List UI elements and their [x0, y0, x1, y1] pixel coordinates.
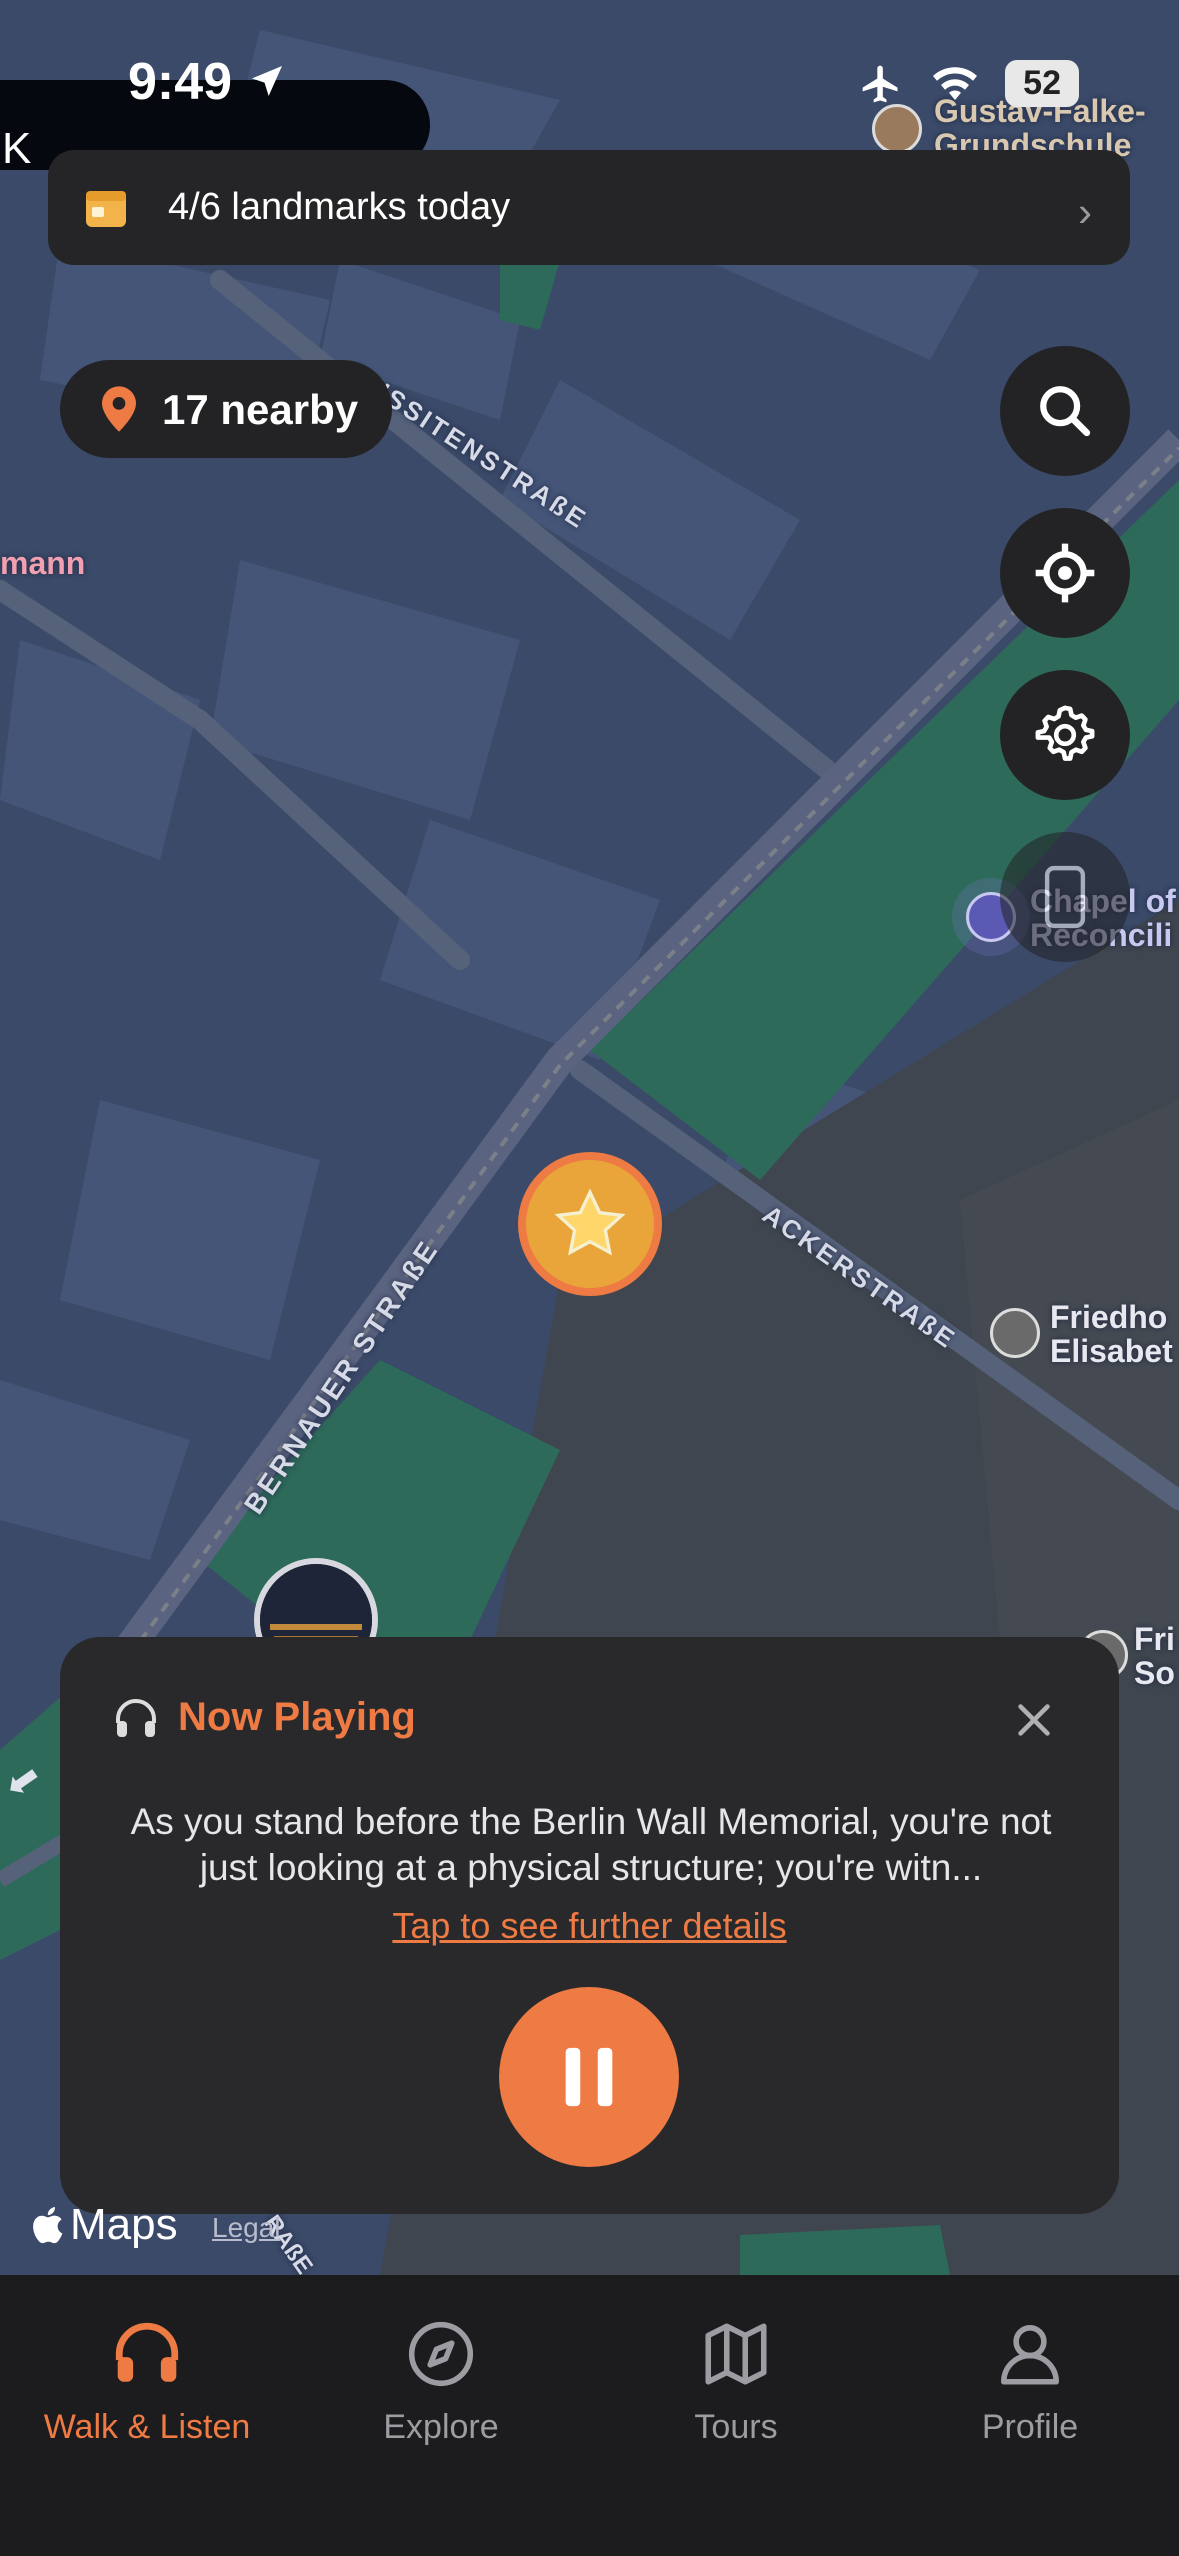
battery-indicator: 52 — [1005, 60, 1079, 107]
poi-label-line2: Elisabet — [1050, 1333, 1173, 1369]
poi-label-line1: Friedho — [1050, 1299, 1168, 1335]
close-icon[interactable] — [1011, 1697, 1057, 1743]
headphones-icon — [116, 1699, 156, 1737]
tab-label: Tours — [694, 2408, 778, 2446]
calendar-icon — [86, 191, 126, 227]
compass-icon — [408, 2321, 474, 2387]
poi-label-line1: Fri — [1134, 1621, 1175, 1657]
poi-label-mann: mann — [0, 545, 86, 581]
recenter-location-button[interactable] — [1000, 508, 1130, 638]
now-playing-title: Now Playing — [178, 1695, 416, 1739]
poi-label-fri: Fri So — [1134, 1622, 1175, 1690]
now-playing-description: As you stand before the Berlin Wall Memo… — [130, 1801, 1052, 1888]
apple-maps-logo: Maps — [30, 2200, 178, 2250]
daily-landmarks-banner[interactable]: 4/6 landmarks today › — [48, 150, 1130, 265]
headphones-icon — [115, 2322, 179, 2382]
cemetery-poi-icon[interactable] — [990, 1308, 1040, 1358]
status-icons: 52 — [857, 60, 1079, 107]
now-playing-card[interactable]: Now Playing As you stand before the Berl… — [60, 1637, 1119, 2214]
poi-label-line2: So — [1134, 1655, 1175, 1691]
landmark-star-marker[interactable] — [518, 1152, 662, 1296]
time-text: 9:49 — [128, 53, 233, 111]
airplane-icon — [862, 65, 898, 102]
wifi-icon — [933, 66, 978, 100]
landmarks-progress-text: 4/6 landmarks today — [168, 186, 511, 228]
chevron-right-icon: › — [1078, 188, 1092, 235]
location-pin-icon — [102, 386, 136, 432]
gear-icon — [1035, 705, 1095, 761]
pause-button[interactable] — [499, 1987, 679, 2167]
phone-icon — [1044, 865, 1086, 929]
apple-logo-icon — [33, 2207, 63, 2244]
tab-bar: Walk & Listen Explore Tours Profile — [0, 2275, 1179, 2556]
tab-tours[interactable]: Tours — [606, 2317, 866, 2447]
map-icon — [705, 2323, 767, 2385]
search-button[interactable] — [1000, 346, 1130, 476]
poi-label-friedhof: Friedho Elisabet — [1050, 1300, 1173, 1368]
star-icon — [554, 1188, 626, 1256]
tab-label: Profile — [981, 2408, 1079, 2446]
tab-label: Walk & Listen — [43, 2408, 251, 2446]
settings-button[interactable] — [1000, 670, 1130, 800]
status-time: 9:49 — [128, 52, 287, 112]
tab-label: Explore — [383, 2408, 499, 2446]
device-button[interactable] — [1000, 832, 1130, 962]
nearby-count-pill[interactable]: 17 nearby — [60, 360, 392, 458]
status-bar: 9:49 52 — [0, 0, 1179, 150]
nearby-count-text: 17 nearby — [162, 386, 359, 433]
legal-link[interactable]: Legal — [212, 2212, 281, 2244]
location-arrow-icon — [251, 66, 282, 96]
further-details-link[interactable]: Tap to see further details — [60, 1905, 1119, 1947]
person-icon — [1001, 2325, 1059, 2385]
crosshair-icon — [1035, 543, 1095, 603]
tab-walk-listen[interactable]: Walk & Listen — [17, 2317, 277, 2447]
pause-icon — [565, 2047, 613, 2107]
maps-logo-text: Maps — [70, 2200, 178, 2249]
search-icon — [1040, 386, 1091, 437]
tab-profile[interactable]: Profile — [900, 2317, 1160, 2447]
tab-explore[interactable]: Explore — [311, 2317, 571, 2447]
